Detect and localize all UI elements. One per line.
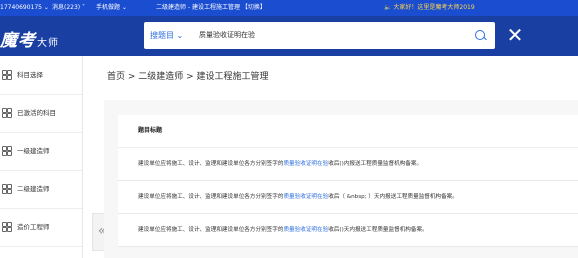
question-text: 建设单位应将施工、设计、监理和建设单位各方分别签字的 (138, 161, 284, 167)
sidebar-item-label: 一级建造师 (17, 147, 50, 155)
header-bar: 魔考大师 搜题目 ⌄ 质量验收证明在验 ✕ (0, 16, 578, 56)
search-box[interactable]: 搜题目 ⌄ 质量验收证明在验 (144, 22, 495, 49)
question-title[interactable]: 建设单位应将施工、设计、监理和建设单位各方分别签字的质量验收证明在验收后（ &n… (138, 181, 458, 213)
search-input[interactable]: 质量验收证明在验 (199, 22, 255, 49)
sidebar-item-label: 已激活的科目 (17, 109, 56, 117)
sidebar-item-label: 科目选择 (17, 71, 43, 79)
sidebar-item-label: 造价工程师 (17, 223, 50, 231)
top-bar: 17740690175 ⌄ 消息(223) ˅ 手机做题 ⌄ 二级建造师 - 建… (0, 0, 578, 16)
search-highlight: 质量验收证明在验 (283, 194, 329, 200)
sidebar-item-first-class[interactable]: 一级建造师 (0, 132, 82, 171)
site-logo[interactable]: 魔考大师 (0, 26, 59, 51)
question-text: 收后()天内报送工程质量监督机构备案。 (328, 227, 428, 233)
user-phone-menu[interactable]: 17740690175 ⌄ (0, 0, 49, 16)
mobile-practice-link[interactable]: 手机做题 ⌄ (96, 0, 127, 16)
question-text: 收后（ &nbsp; ）天内报送工程质量监督机构备案。 (328, 194, 458, 200)
question-text: 建设单位应将施工、设计、监理和建设单位各方分别签字的 (138, 227, 284, 233)
question-text: 收后()内报送工程质量监督机构备案。 (328, 161, 423, 167)
breadcrumb[interactable]: 首页 > 二级建造师 > 建设工程施工管理 (107, 69, 269, 82)
question-title[interactable]: 建设单位应将施工、设计、监理和建设单位各方分别签字的质量验收证明在验收后()内报… (138, 148, 422, 180)
table-row[interactable]: 建设单位应将施工、设计、监理和建设单位各方分别签字的质量验收证明在验收后（ &n… (118, 181, 578, 214)
question-text: 建设单位应将施工、设计、监理和建设单位各方分别签字的 (138, 194, 284, 200)
table-header: 题目标题 (118, 115, 578, 148)
logo-suffix: 大师 (37, 38, 59, 49)
search-highlight: 质量验收证明在验 (283, 227, 329, 233)
grid-icon (2, 184, 12, 194)
sidebar-item-label: 二级建造师 (17, 185, 50, 193)
sidebar-item-cost-engineer[interactable]: 造价工程师 (0, 208, 82, 247)
current-exam-switch[interactable]: 二级建造师 - 建设工程施工管理 【切换】 (156, 0, 266, 16)
table-row[interactable]: 建设单位应将施工、设计、监理和建设单位各方分别签字的质量验收证明在验收后()内报… (118, 148, 578, 181)
results-panel: 题目标题 建设单位应将施工、设计、监理和建设单位各方分别签字的质量验收证明在验收… (104, 100, 578, 258)
column-header-title: 题目标题 (138, 127, 163, 134)
table-row[interactable]: 建设单位应将施工、设计、监理和建设单位各方分别签字的质量验收证明在验收后()天内… (118, 214, 578, 247)
logo-text: 魔考 (0, 31, 36, 51)
close-search-button[interactable]: ✕ (505, 22, 525, 49)
search-highlight: 质量验收证明在验 (283, 161, 329, 167)
messages-link[interactable]: 消息(223) ˅ (52, 0, 85, 16)
announcement-text: 🔈 大家好！这里是魔考大师2019 (384, 4, 475, 11)
sidebar: 科目选择 已激活的科目 一级建造师 二级建造师 造价工程师 (0, 56, 83, 258)
grid-icon (2, 108, 12, 118)
sidebar-item-subject-select[interactable]: 科目选择 (0, 56, 82, 95)
question-title[interactable]: 建设单位应将施工、设计、监理和建设单位各方分别签字的质量验收证明在验收后()天内… (138, 214, 428, 246)
sidebar-item-activated-subjects[interactable]: 已激活的科目 (0, 94, 82, 133)
grid-icon (2, 70, 12, 80)
grid-icon (2, 222, 12, 232)
sidebar-item-second-class[interactable]: 二级建造师 (0, 170, 82, 209)
search-icon[interactable] (475, 30, 485, 40)
search-type-select[interactable]: 搜题目 ⌄ (150, 22, 183, 49)
grid-icon (2, 146, 12, 156)
